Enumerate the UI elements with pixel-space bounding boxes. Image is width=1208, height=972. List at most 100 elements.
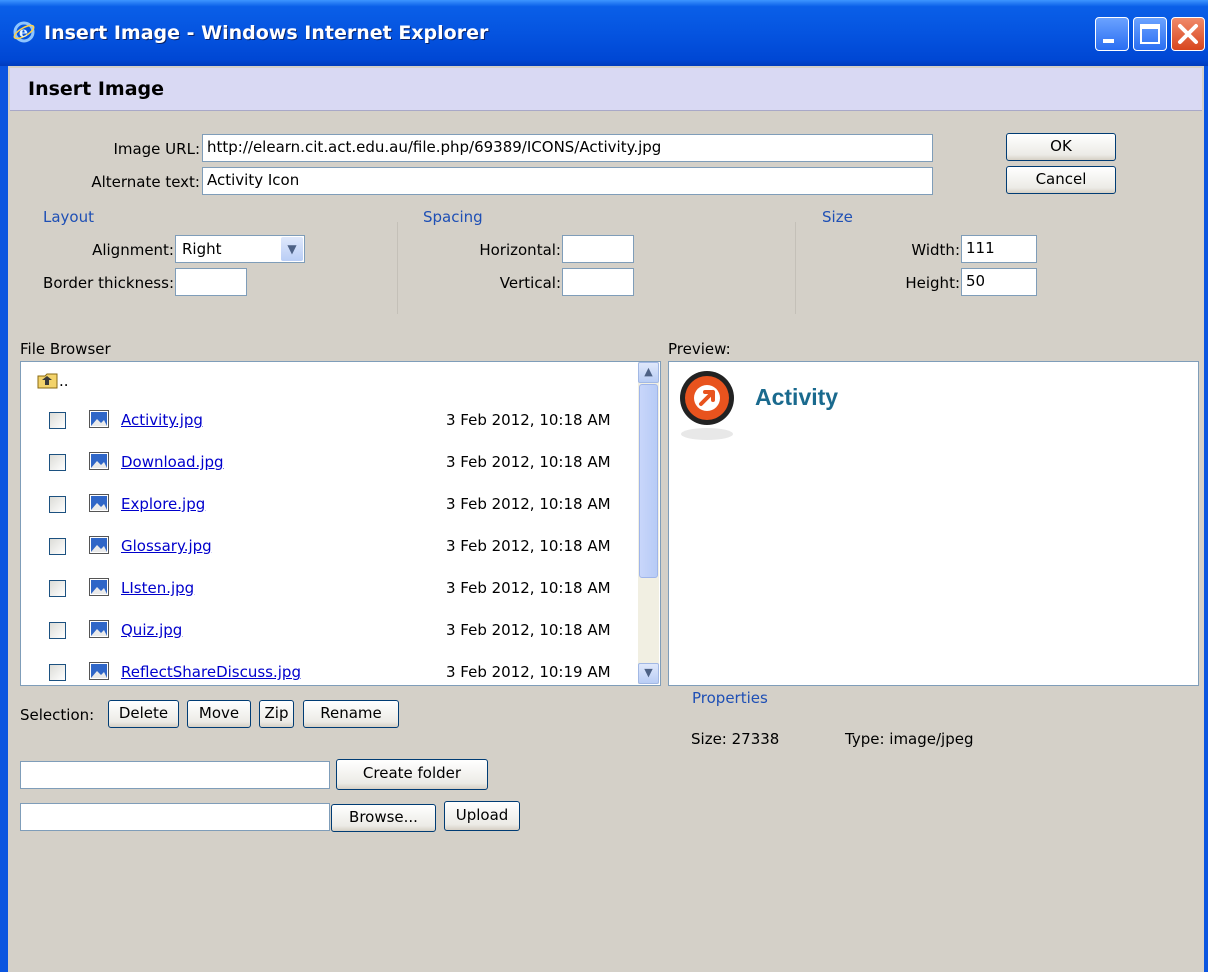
alignment-label: Alignment:: [92, 241, 174, 259]
file-checkbox[interactable]: [49, 664, 66, 681]
properties-heading: Properties: [692, 689, 768, 707]
file-date: 3 Feb 2012, 10:18 AM: [446, 579, 611, 597]
dialog-title: Insert Image: [28, 78, 165, 100]
file-date: 3 Feb 2012, 10:18 AM: [446, 621, 611, 639]
scroll-thumb[interactable]: [639, 384, 658, 578]
file-row[interactable]: Activity.jpg 3 Feb 2012, 10:18 AM: [21, 402, 641, 442]
title-bar[interactable]: e Insert Image - Windows Internet Explor…: [0, 0, 1208, 66]
minimize-button[interactable]: [1095, 17, 1129, 51]
zip-button[interactable]: Zip: [259, 700, 294, 728]
section-separator: [795, 222, 796, 314]
file-type-text: Type: image/jpeg: [845, 730, 974, 748]
rename-button[interactable]: Rename: [303, 700, 399, 728]
section-separator: [397, 222, 398, 314]
image-file-icon: [89, 536, 109, 554]
file-date: 3 Feb 2012, 10:18 AM: [446, 495, 611, 513]
file-checkbox[interactable]: [49, 622, 66, 639]
parent-folder-icon: [37, 373, 58, 389]
file-row[interactable]: Explore.jpg 3 Feb 2012, 10:18 AM: [21, 486, 641, 526]
scroll-up-icon[interactable]: ▲: [638, 362, 659, 383]
image-file-icon: [89, 620, 109, 638]
file-date: 3 Feb 2012, 10:18 AM: [446, 453, 611, 471]
cancel-button[interactable]: Cancel: [1006, 166, 1116, 194]
layout-heading: Layout: [43, 208, 94, 226]
ie-window: e Insert Image - Windows Internet Explor…: [0, 0, 1208, 972]
file-checkbox[interactable]: [49, 496, 66, 513]
window-left-border: [0, 66, 8, 972]
dialog-header: Insert Image: [10, 68, 1202, 111]
vertical-spacing-input[interactable]: [562, 268, 634, 296]
ie-logo-icon: e: [13, 21, 35, 43]
spacing-heading: Spacing: [423, 208, 483, 226]
parent-folder-label: ..: [59, 372, 69, 390]
file-link[interactable]: Download.jpg: [121, 453, 224, 471]
maximize-icon: [1140, 24, 1160, 44]
activity-logo-icon: [680, 371, 734, 440]
file-link[interactable]: LIsten.jpg: [121, 579, 194, 597]
delete-button[interactable]: Delete: [108, 700, 179, 728]
image-url-input[interactable]: http://elearn.cit.act.edu.au/file.php/69…: [202, 134, 933, 162]
preview-panel: Activity: [668, 361, 1199, 686]
image-file-icon: [89, 662, 109, 680]
file-link[interactable]: Quiz.jpg: [121, 621, 182, 639]
window-right-border: [1204, 66, 1208, 972]
browse-button[interactable]: Browse...: [331, 804, 436, 832]
maximize-button[interactable]: [1133, 17, 1167, 51]
file-row[interactable]: Quiz.jpg 3 Feb 2012, 10:18 AM: [21, 612, 641, 652]
file-date: 3 Feb 2012, 10:19 AM: [446, 663, 611, 681]
upload-file-input[interactable]: [20, 803, 330, 831]
file-checkbox[interactable]: [49, 538, 66, 555]
svg-text:e: e: [19, 25, 28, 41]
file-size-text: Size: 27338: [691, 730, 780, 748]
file-date: 3 Feb 2012, 10:18 AM: [446, 537, 611, 555]
file-row[interactable]: ReflectShareDiscuss.jpg 3 Feb 2012, 10:1…: [21, 654, 641, 685]
width-label: Width:: [911, 241, 960, 259]
move-button[interactable]: Move: [187, 700, 251, 728]
file-row[interactable]: Download.jpg 3 Feb 2012, 10:18 AM: [21, 444, 641, 484]
file-row[interactable]: LIsten.jpg 3 Feb 2012, 10:18 AM: [21, 570, 641, 610]
preview-image-text: Activity: [755, 384, 839, 410]
alignment-select[interactable]: Right ▼: [175, 235, 305, 263]
close-button[interactable]: [1171, 17, 1205, 51]
file-link[interactable]: Glossary.jpg: [121, 537, 212, 555]
alt-text-label: Alternate text:: [91, 173, 200, 191]
minimize-icon: [1103, 39, 1114, 43]
create-folder-button[interactable]: Create folder: [336, 759, 488, 790]
horizontal-spacing-input[interactable]: [562, 235, 634, 263]
close-icon: [1178, 24, 1198, 44]
file-checkbox[interactable]: [49, 454, 66, 471]
size-heading: Size: [822, 208, 853, 226]
file-date: 3 Feb 2012, 10:18 AM: [446, 411, 611, 429]
image-file-icon: [89, 578, 109, 596]
ok-button[interactable]: OK: [1006, 133, 1116, 161]
vertical-label: Vertical:: [499, 274, 561, 292]
file-link[interactable]: Explore.jpg: [121, 495, 205, 513]
upload-button[interactable]: Upload: [444, 801, 520, 831]
window-title: Insert Image - Windows Internet Explorer: [44, 22, 489, 44]
height-input[interactable]: 50: [961, 268, 1037, 296]
height-label: Height:: [905, 274, 960, 292]
new-folder-name-input[interactable]: [20, 761, 330, 789]
file-checkbox[interactable]: [49, 580, 66, 597]
file-browser-label: File Browser: [20, 340, 111, 358]
alignment-select-value: Right: [182, 240, 222, 258]
image-file-icon: [89, 410, 109, 428]
image-url-label: Image URL:: [113, 140, 200, 158]
file-browser-scrollbar[interactable]: ▲ ▼: [638, 362, 659, 684]
image-file-icon: [89, 452, 109, 470]
width-input[interactable]: 111: [961, 235, 1037, 263]
parent-folder-row[interactable]: ..: [37, 370, 117, 394]
image-file-icon: [89, 494, 109, 512]
border-thickness-input[interactable]: [175, 268, 247, 296]
alt-text-input[interactable]: Activity Icon: [202, 167, 933, 195]
file-link[interactable]: Activity.jpg: [121, 411, 203, 429]
border-thickness-label: Border thickness:: [43, 274, 174, 292]
file-row[interactable]: Glossary.jpg 3 Feb 2012, 10:18 AM: [21, 528, 641, 568]
file-link[interactable]: ReflectShareDiscuss.jpg: [121, 663, 301, 681]
file-browser-panel[interactable]: .. Activity.jpg 3 Feb 2012, 10:18 AM Dow…: [20, 361, 661, 686]
file-checkbox[interactable]: [49, 412, 66, 429]
chevron-down-icon[interactable]: ▼: [281, 237, 303, 261]
scroll-down-icon[interactable]: ▼: [638, 663, 659, 684]
horizontal-label: Horizontal:: [479, 241, 561, 259]
selection-label: Selection:: [20, 706, 95, 724]
